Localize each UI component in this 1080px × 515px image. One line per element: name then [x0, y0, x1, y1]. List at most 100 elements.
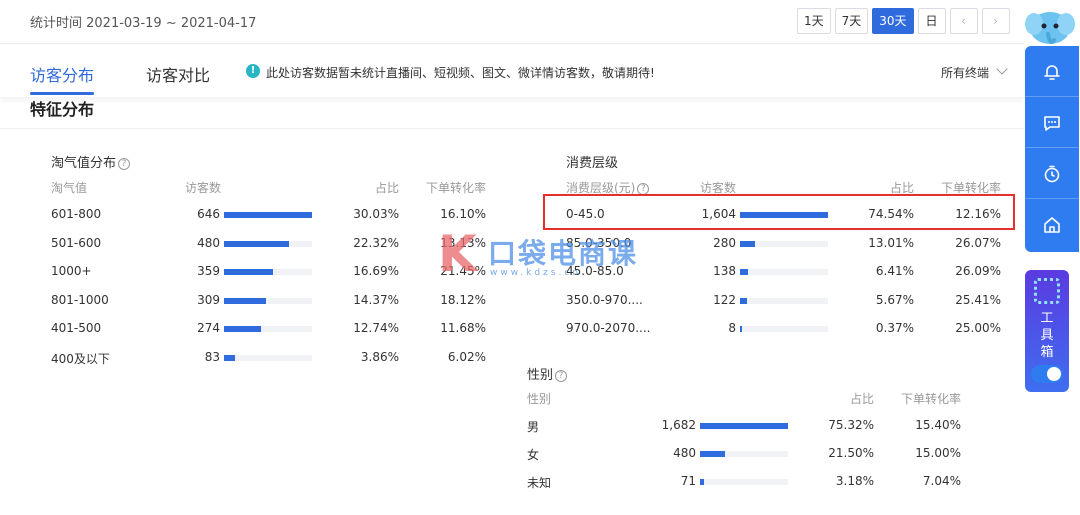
gender-row-share: 21.50%	[828, 446, 874, 460]
consume-row-bar	[740, 297, 747, 304]
toolbox-label: 工具箱	[1040, 311, 1054, 360]
consume-row-bar-track	[740, 240, 828, 247]
taoqi-row-bar	[224, 269, 273, 275]
taoqi-row-share: 22.32%	[353, 235, 399, 250]
taoqi-header-conv: 下单转化率	[425, 181, 486, 195]
range-day-button[interactable]: 日	[917, 8, 946, 34]
gender-row-share: 75.32%	[828, 418, 874, 432]
gender-row-share: 3.18%	[835, 474, 874, 488]
info-icon: !	[246, 64, 260, 78]
toggle-knob	[1047, 367, 1061, 381]
taoqi-row-conv: 11.68%	[440, 321, 486, 335]
range-1day-button[interactable]: 1天	[797, 8, 831, 34]
stat-time: 统计时间 2021-03-19 ~ 2021-04-17	[30, 16, 257, 31]
taoqi-row-label: 400及以下	[51, 351, 110, 366]
consume-row-bar	[740, 240, 756, 247]
stat-bar: 统计时间 2021-03-19 ~ 2021-04-17 1天 7天 30天 日…	[0, 0, 1024, 44]
toolbox-widget[interactable]: 工具箱	[1025, 270, 1069, 392]
chevron-right-icon[interactable]: ›	[981, 8, 1010, 34]
tab-visitor-distribution[interactable]: 访客分布	[30, 62, 94, 86]
taoqi-row-visitors: 359	[197, 264, 220, 278]
taoqi-row-bar	[224, 297, 267, 304]
taoqi-row-share: 30.03%	[353, 207, 399, 221]
taoqi-row-label: 501-600	[51, 235, 102, 250]
taoqi-header-visitors: 访客数	[185, 181, 222, 195]
consume-row-share: 13.01%	[868, 235, 914, 250]
section-title: 特征分布	[30, 100, 95, 119]
taoqi-title-text: 淘气值分布	[51, 156, 117, 171]
taoqi-row-conv: 18.12%	[440, 292, 486, 307]
consume-row-conv: 25.00%	[955, 321, 1001, 335]
gender-row-conv: 15.00%	[915, 446, 961, 460]
taoqi-row-label: 1000+	[51, 264, 92, 278]
gender-title-text: 性别	[527, 368, 554, 383]
taoqi-row-visitors: 83	[204, 349, 220, 364]
floating-sidebar	[1025, 46, 1079, 252]
chevron-left-icon[interactable]: ‹	[949, 8, 978, 34]
gender-row-visitors: 1,682	[661, 418, 696, 432]
toolbox-logo-icon	[1034, 278, 1060, 304]
taoqi-row-visitors: 480	[197, 235, 220, 250]
taoqi-row-label: 401-500	[51, 321, 102, 335]
gender-row-bar-track	[700, 479, 788, 485]
taoqi-title: 淘气值分布?	[51, 152, 131, 171]
notice-text: 此处访客数据暂未统计直播间、短视频、图文、微详情访客数，敬请期待!	[266, 66, 655, 80]
divider	[0, 128, 1024, 129]
consume-row-conv: 25.41%	[955, 292, 1001, 307]
gender-row-visitors: 480	[673, 446, 696, 460]
timer-icon	[1044, 165, 1060, 183]
message-icon	[1044, 116, 1060, 131]
consume-row-visitors: 8	[728, 321, 736, 335]
consume-row-visitors: 138	[713, 264, 736, 278]
sidebar-item-timer[interactable]	[1025, 148, 1079, 199]
consume-row-bar	[740, 326, 742, 332]
consume-row-conv: 26.07%	[955, 235, 1001, 250]
consume-row-bar-track	[740, 326, 828, 332]
taoqi-row-label: 601-800	[51, 207, 102, 221]
range-buttons: 1天 7天 30天 日 ‹ ›	[797, 8, 1010, 34]
consume-row-bar	[740, 269, 748, 275]
range-7day-button[interactable]: 7天	[834, 8, 869, 34]
taoqi-row-bar-track	[224, 240, 312, 247]
help-icon[interactable]: ?	[118, 158, 131, 170]
taoqi-row-share: 12.74%	[353, 321, 399, 335]
active-tab-indicator	[30, 92, 94, 95]
sidebar-item-messages[interactable]	[1025, 97, 1079, 148]
consume-header-label-text: 消费层级(元)	[566, 181, 636, 195]
toolbox-toggle[interactable]	[1031, 365, 1063, 383]
consume-row-visitors: 122	[713, 292, 736, 307]
tab-visitor-comparison[interactable]: 访客对比	[146, 62, 210, 86]
help-icon[interactable]: ?	[555, 370, 568, 382]
taoqi-row-conv: 6.02%	[447, 349, 486, 364]
taoqi-row-bar	[224, 326, 262, 332]
consume-row-share: 5.67%	[875, 292, 914, 307]
taoqi-row-share: 3.86%	[360, 349, 399, 364]
gender-row-label: 未知	[527, 476, 552, 490]
taoqi-row-bar-track	[224, 326, 312, 332]
gender-header-share: 占比	[849, 392, 874, 406]
terminal-select[interactable]: 所有终端	[941, 64, 989, 81]
gender-row-bar	[700, 479, 704, 485]
gender-row-bar	[700, 451, 726, 457]
taoqi-row-bar	[224, 354, 236, 361]
taoqi-header-share: 占比	[374, 181, 399, 195]
taoqi-row-visitors: 274	[197, 321, 220, 335]
gender-row-conv: 15.40%	[915, 418, 961, 432]
elephant-mascot-icon[interactable]	[1024, 6, 1076, 48]
sidebar-item-home[interactable]	[1025, 199, 1079, 250]
gender-row-label: 女	[527, 448, 540, 462]
consume-row-label: 970.0-2070....	[566, 321, 651, 335]
consume-row-visitors: 280	[713, 235, 736, 250]
chevron-down-icon[interactable]	[996, 63, 1008, 75]
taoqi-row-bar	[224, 240, 290, 247]
taoqi-row-bar-track	[224, 269, 312, 275]
sidebar-item-notifications[interactable]	[1025, 46, 1079, 97]
consume-row-label: 350.0-970....	[566, 292, 643, 307]
consume-row-share: 6.41%	[875, 264, 914, 278]
taoqi-row-label: 801-1000	[51, 292, 109, 307]
range-30day-button[interactable]: 30天	[872, 8, 914, 34]
taoqi-row-share: 16.69%	[353, 264, 399, 278]
gender-title: 性别?	[527, 364, 568, 383]
consume-row-conv: 26.09%	[955, 264, 1001, 278]
watermark-mark: K	[438, 225, 477, 283]
